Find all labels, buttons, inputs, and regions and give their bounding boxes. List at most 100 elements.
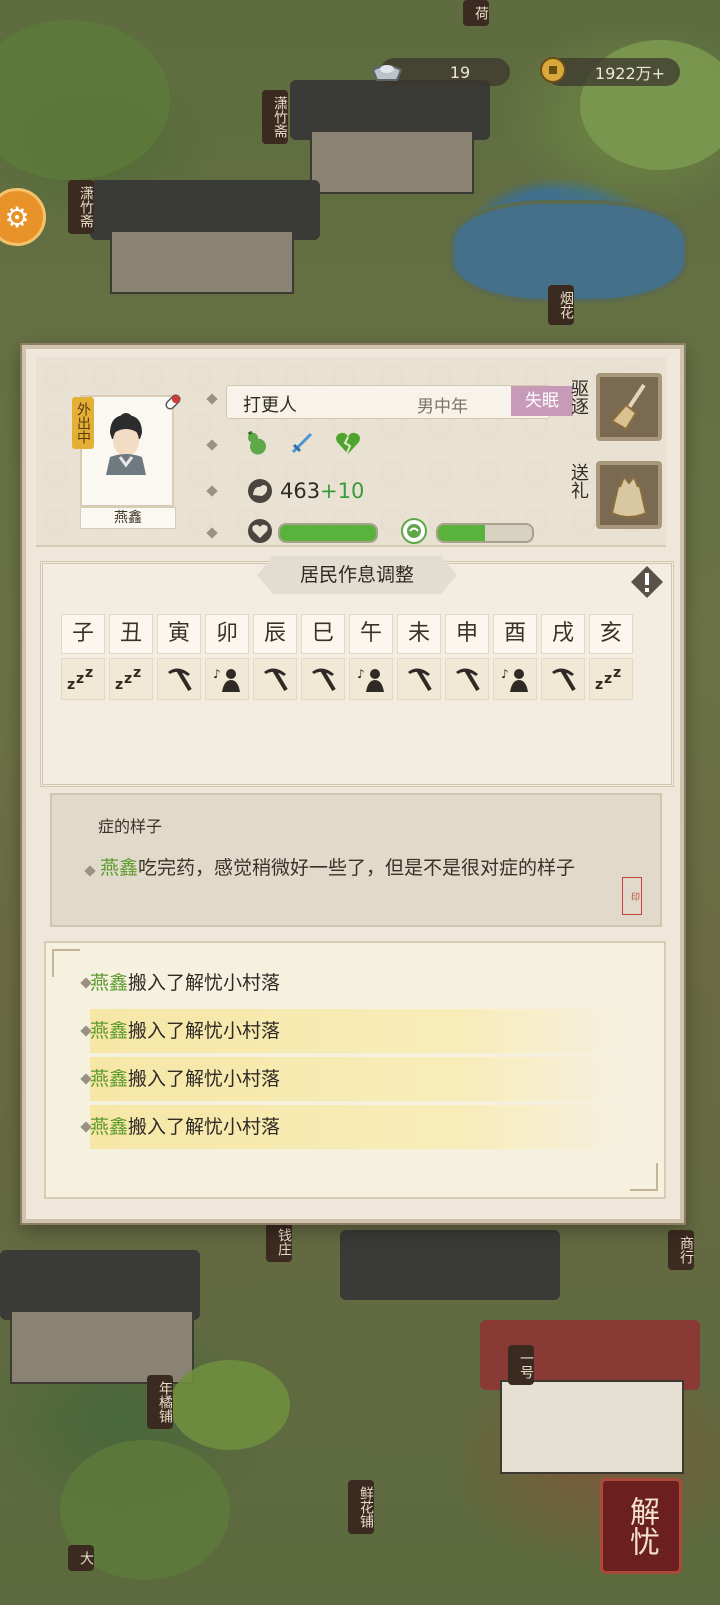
log-entry: 燕鑫搬入了解忧小村落 — [80, 1057, 620, 1101]
hour-label: 卯 — [205, 614, 249, 654]
condition-tag[interactable]: 失眠 — [511, 386, 573, 416]
svg-text:z: z — [133, 665, 141, 681]
hour-label: 丑 — [109, 614, 153, 654]
warning-icon[interactable] — [629, 564, 665, 600]
log-entry: 燕鑫搬入了解忧小村落 — [80, 1105, 620, 1149]
strength-icon — [248, 479, 272, 503]
hour-slot[interactable]: 酉 ♪ — [493, 614, 537, 700]
schedule-panel: 居民作息调整 子 z z z 丑 z z z 寅卯 ♪ 辰巳午 ♪ 未申酉 ♪ 戌亥 z z z — [40, 556, 674, 787]
hour-label: 亥 — [589, 614, 633, 654]
building-sign: 商行 — [668, 1230, 694, 1270]
hour-slot[interactable]: 未 — [397, 614, 441, 700]
building-sign: 潇竹斋 — [68, 180, 94, 234]
resident-profile: 燕鑫 外出中 打更人 男中年 失眠 463+10 驱逐 送礼 — [36, 357, 666, 547]
pickaxe-icon[interactable] — [397, 658, 441, 700]
hour-slot[interactable]: 申 — [445, 614, 489, 700]
message-box: 症的样子 燕鑫吃完药，感觉稍微好一些了，但是不是很对症的样子 印 — [50, 793, 662, 927]
building-sign: 一号 — [508, 1345, 534, 1385]
tree — [0, 20, 170, 180]
pickaxe-icon[interactable] — [157, 658, 201, 700]
hour-label: 戌 — [541, 614, 585, 654]
building-sign: 年橘铺 — [147, 1375, 173, 1429]
corner-ornament — [52, 949, 80, 977]
gift-label: 送礼 — [568, 463, 589, 499]
gift-button[interactable] — [596, 461, 662, 529]
log-entry: 燕鑫搬入了解忧小村落 — [80, 961, 620, 1005]
svg-text:z: z — [604, 671, 612, 687]
building-sign: 大 — [68, 1545, 94, 1571]
resident-name: 燕鑫 — [80, 507, 176, 529]
resident-dialog: 燕鑫 外出中 打更人 男中年 失眠 463+10 驱逐 送礼 居民作息调整 子 … — [22, 345, 684, 1223]
hour-slot[interactable]: 丑zzz — [109, 614, 153, 700]
broken-heart-icon[interactable] — [334, 429, 362, 457]
message-faded-line: 症的样子 — [98, 817, 163, 836]
svg-text:z: z — [76, 671, 84, 687]
expel-button[interactable] — [596, 373, 662, 441]
svg-text:z: z — [124, 671, 132, 687]
roof — [340, 1230, 560, 1300]
svg-text:z: z — [613, 665, 621, 681]
job-bar: 打更人 男中年 失眠 — [226, 385, 573, 419]
coin-amount: 1922万+ — [594, 64, 666, 83]
silver-amount: 19 — [449, 62, 471, 82]
corner-ornament — [630, 1163, 658, 1191]
pickaxe-icon[interactable] — [445, 658, 489, 700]
schedule-title: 居民作息调整 — [257, 556, 457, 594]
hour-slot[interactable]: 午 ♪ — [349, 614, 393, 700]
hour-label: 酉 — [493, 614, 537, 654]
heart-icon — [248, 519, 272, 543]
coin-icon — [540, 57, 566, 83]
mood-leaf-icon — [401, 518, 427, 544]
gourd-icon[interactable] — [242, 429, 270, 457]
gift-bag-icon — [610, 475, 648, 518]
house — [500, 1380, 684, 1474]
building-sign: 荷 — [463, 0, 489, 26]
hour-slot[interactable]: 辰 — [253, 614, 297, 700]
svg-text:♪: ♪ — [213, 667, 221, 681]
sleep-icon[interactable]: zzz — [589, 658, 633, 700]
svg-text:♪: ♪ — [501, 667, 509, 681]
pill-icon — [165, 394, 181, 410]
job-title: 打更人 — [243, 395, 297, 416]
house — [110, 230, 294, 294]
hour-label: 申 — [445, 614, 489, 654]
pickaxe-icon[interactable] — [541, 658, 585, 700]
house — [310, 130, 474, 194]
hour-slot[interactable]: 巳 — [301, 614, 345, 700]
building-sign: 烟花 — [548, 285, 574, 325]
gender-age: 男中年 — [417, 397, 468, 417]
status-badge: 外出中 — [72, 397, 94, 449]
hour-label: 子 — [61, 614, 105, 654]
message-text: 燕鑫吃完药，感觉稍微好一些了，但是不是很对症的样子 — [100, 857, 576, 879]
pickaxe-icon[interactable] — [301, 658, 345, 700]
sleep-icon[interactable]: zzz — [109, 658, 153, 700]
svg-text:♪: ♪ — [357, 667, 365, 681]
health-bar — [278, 523, 378, 543]
hour-label: 辰 — [253, 614, 297, 654]
broom-icon — [610, 383, 646, 431]
svg-text:z: z — [115, 677, 123, 693]
sword-icon[interactable] — [288, 429, 316, 457]
pickaxe-icon[interactable] — [253, 658, 297, 700]
hour-label: 午 — [349, 614, 393, 654]
hour-slot[interactable]: 亥zzz — [589, 614, 633, 700]
hour-slot[interactable]: 寅 — [157, 614, 201, 700]
avatar-portrait-icon — [106, 413, 146, 475]
jieyou-corner-button[interactable]: 解忧 — [600, 1478, 682, 1574]
hour-slot[interactable]: 戌 — [541, 614, 585, 700]
avatar[interactable]: 燕鑫 — [80, 395, 176, 529]
stat-value: 463+10 — [280, 479, 365, 503]
music-rest-icon[interactable]: ♪ — [205, 658, 249, 700]
building-sign: 潇竹斋 — [262, 90, 288, 144]
seal-stamp-icon: 印 — [622, 877, 642, 915]
mood-bar — [436, 523, 534, 543]
hour-grid: 子 z z z 丑 z z z 寅卯 ♪ 辰巳午 ♪ 未申酉 ♪ 戌亥 z z z — [61, 614, 633, 700]
hour-label: 巳 — [301, 614, 345, 654]
hour-slot[interactable]: 子zzz — [61, 614, 105, 700]
event-log: 燕鑫搬入了解忧小村落 燕鑫搬入了解忧小村落 燕鑫搬入了解忧小村落 燕鑫搬入了解忧小村落 — [44, 941, 666, 1199]
sleep-icon[interactable]: zzz — [61, 658, 105, 700]
hour-slot[interactable]: 卯 ♪ — [205, 614, 249, 700]
house — [10, 1310, 194, 1384]
music-rest-icon[interactable]: ♪ — [493, 658, 537, 700]
music-rest-icon[interactable]: ♪ — [349, 658, 393, 700]
